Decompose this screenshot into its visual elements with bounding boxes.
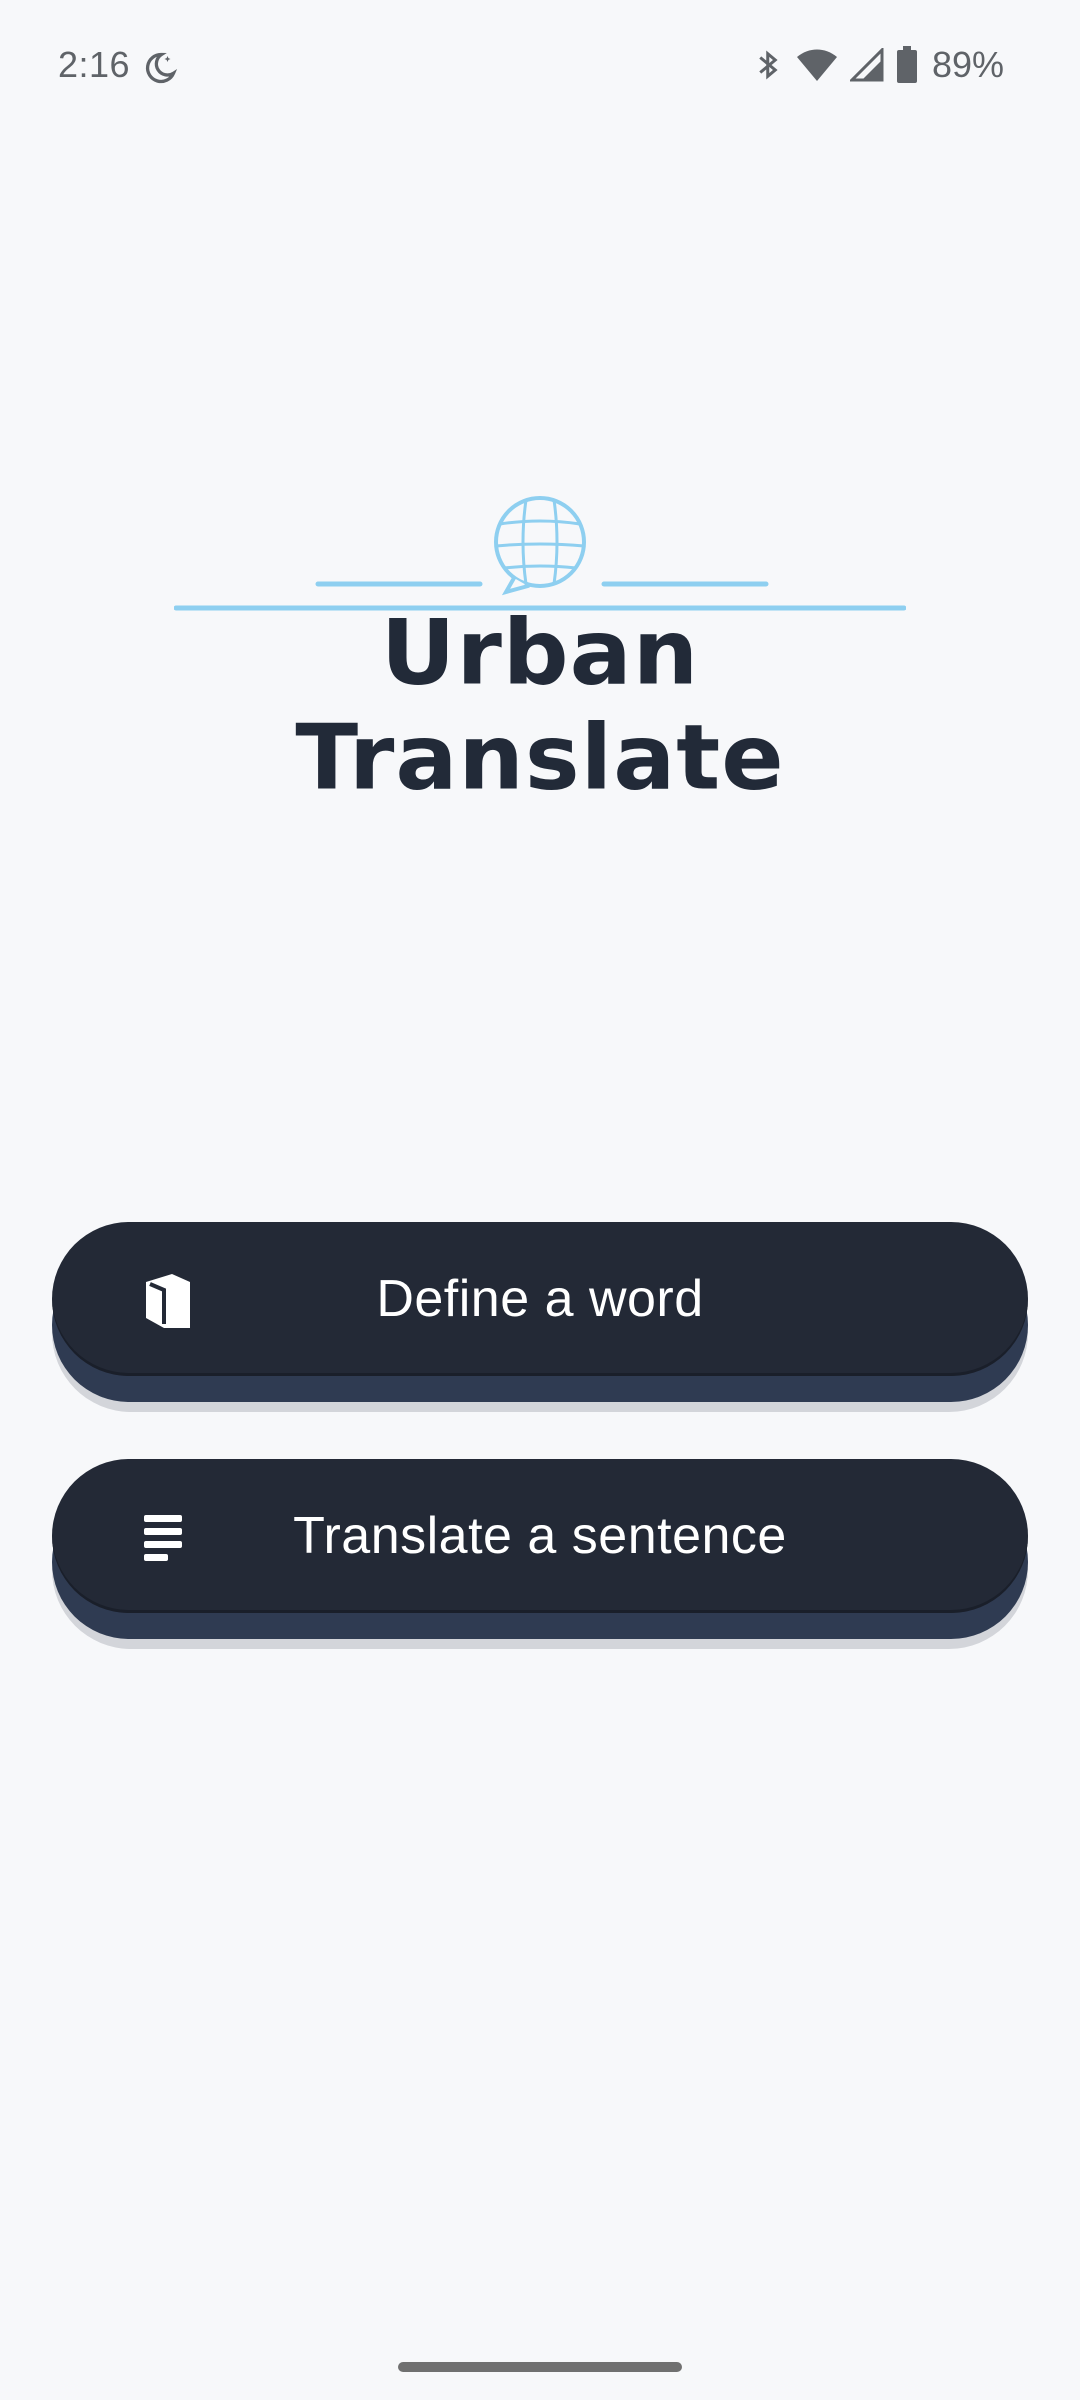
define-word-button[interactable]: Define a word — [52, 1222, 1028, 1412]
globe-speech-bubble-icon — [174, 496, 906, 611]
signal-icon — [849, 48, 884, 82]
moon-icon — [145, 52, 178, 84]
status-time: 2:16 — [58, 44, 131, 85]
home-indicator[interactable] — [398, 2362, 682, 2372]
status-bar: 2:16 89% — [0, 0, 1080, 134]
bluetooth-icon — [759, 50, 778, 80]
app-title: Urban Translate — [295, 600, 785, 810]
translate-sentence-button[interactable]: Translate a sentence — [52, 1459, 1028, 1649]
battery-icon — [896, 46, 917, 83]
app-logo: Urban Translate — [174, 494, 906, 810]
wifi-icon — [796, 49, 837, 81]
battery-percentage: 89% — [931, 44, 1004, 85]
translate-sentence-label: Translate a sentence — [293, 1507, 787, 1565]
define-word-label: Define a word — [376, 1270, 704, 1328]
status-icons: 89% — [754, 44, 1004, 86]
